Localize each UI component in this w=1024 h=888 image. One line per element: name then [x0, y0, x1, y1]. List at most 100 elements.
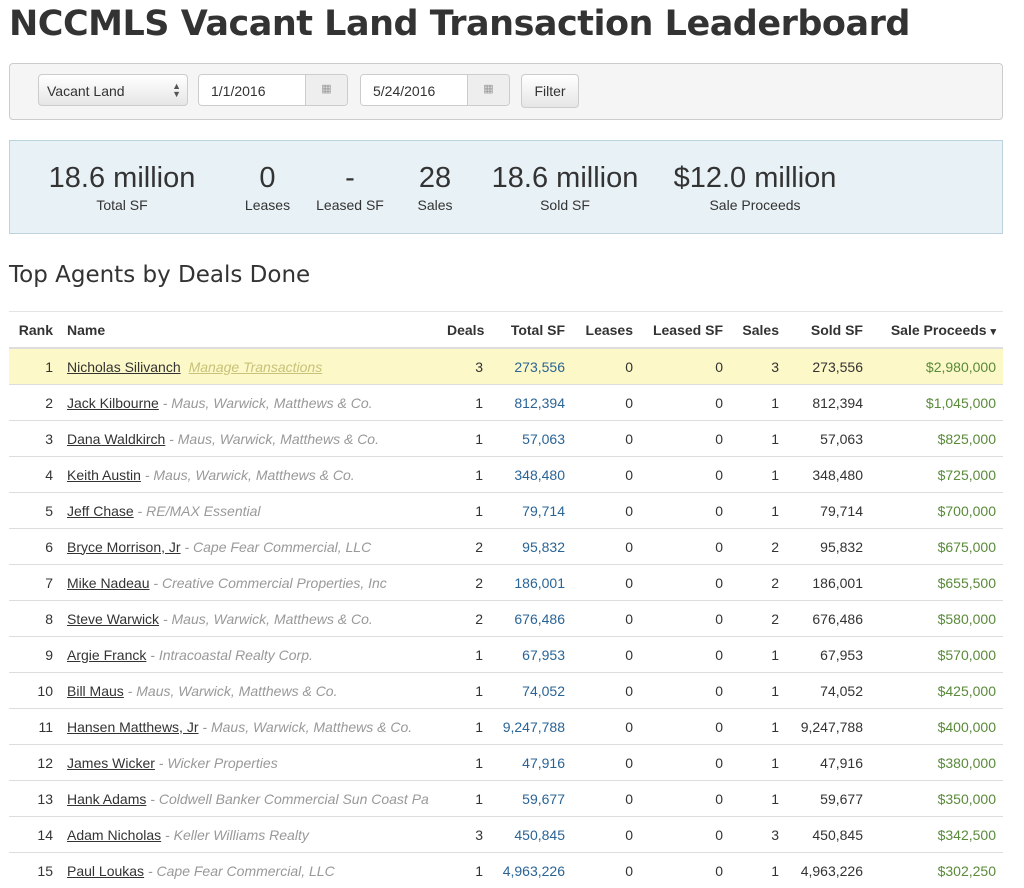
stat-value: 0 [235, 161, 300, 195]
sold-sf: 47,916 [786, 745, 870, 781]
agent-cell: Steve Warwick - Maus, Warwick, Matthews … [60, 601, 440, 637]
deals: 1 [440, 781, 490, 817]
firm-name: - Wicker Properties [155, 755, 278, 771]
header-label: Sold SF [811, 322, 863, 338]
sold-sf: 59,677 [786, 781, 870, 817]
total-sf-link[interactable]: 273,556 [490, 348, 572, 385]
deals: 1 [440, 673, 490, 709]
calendar-icon[interactable]: ▦ [467, 75, 509, 105]
table-row: 15 Paul Loukas - Cape Fear Commercial, L… [9, 853, 1003, 888]
leased-sf: 0 [640, 457, 730, 493]
manage-transactions-link[interactable]: Manage Transactions [189, 359, 323, 375]
leases: 0 [572, 817, 640, 853]
stat-label: Leased SF [305, 197, 395, 213]
sort-desc-icon: ▾ [990, 326, 996, 338]
filter-button[interactable]: Filter [521, 74, 579, 108]
sales: 1 [730, 709, 786, 745]
sales: 1 [730, 421, 786, 457]
table-row: 4 Keith Austin - Maus, Warwick, Matthews… [9, 457, 1003, 493]
sold-sf: 9,247,788 [786, 709, 870, 745]
deals: 1 [440, 493, 490, 529]
leases: 0 [572, 673, 640, 709]
total-sf-link[interactable]: 186,001 [490, 565, 572, 601]
stat-leased-sf: -Leased SF [305, 161, 395, 213]
agent-name-link[interactable]: Jack Kilbourne [67, 395, 159, 411]
calendar-icon[interactable]: ▦ [305, 75, 347, 105]
stat-sold-sf: 18.6 millionSold SF [480, 161, 650, 213]
agent-cell: Bill Maus - Maus, Warwick, Matthews & Co… [60, 673, 440, 709]
agent-name-link[interactable]: Dana Waldkirch [67, 431, 165, 447]
agent-name-link[interactable]: Argie Franck [67, 647, 146, 663]
column-header-leases[interactable]: Leases [572, 312, 640, 349]
agent-cell: Adam Nicholas - Keller Williams Realty [60, 817, 440, 853]
column-header-name[interactable]: Name [60, 312, 440, 349]
sales: 1 [730, 745, 786, 781]
firm-text: Maus, Warwick, Matthews & Co. [211, 719, 412, 735]
agent-name-link[interactable]: Keith Austin [67, 467, 141, 483]
column-header-sales[interactable]: Sales [730, 312, 786, 349]
firm-name: - Coldwell Banker Commercial Sun Coast P… [146, 791, 428, 807]
agent-name-link[interactable]: Bill Maus [67, 683, 124, 699]
sales: 3 [730, 348, 786, 385]
total-sf-link[interactable]: 9,247,788 [490, 709, 572, 745]
total-sf-link[interactable]: 79,714 [490, 493, 572, 529]
sales: 3 [730, 817, 786, 853]
column-header-deals[interactable]: Deals [440, 312, 490, 349]
column-header-rank[interactable]: Rank [9, 312, 60, 349]
column-header-sale-proceeds[interactable]: Sale Proceeds ▾ [870, 312, 1003, 349]
total-sf-link[interactable]: 59,677 [490, 781, 572, 817]
agent-name-link[interactable]: Paul Loukas [67, 863, 144, 879]
header-label: Leased SF [653, 322, 723, 338]
total-sf-link[interactable]: 812,394 [490, 385, 572, 421]
deals: 2 [440, 529, 490, 565]
total-sf-link[interactable]: 67,953 [490, 637, 572, 673]
firm-name: - Maus, Warwick, Matthews & Co. [199, 719, 413, 735]
start-date-input[interactable]: 1/1/2016 [199, 75, 305, 105]
total-sf-link[interactable]: 95,832 [490, 529, 572, 565]
firm-name: - Keller Williams Realty [161, 827, 309, 843]
stat-sales: 28Sales [405, 161, 465, 213]
sale-proceeds: $380,000 [870, 745, 1003, 781]
sale-proceeds: $655,500 [870, 565, 1003, 601]
deals: 1 [440, 421, 490, 457]
agent-name-link[interactable]: Nicholas Silivanch [67, 359, 181, 375]
agent-name-link[interactable]: Steve Warwick [67, 611, 159, 627]
deals: 3 [440, 348, 490, 385]
agent-name-link[interactable]: Mike Nadeau [67, 575, 150, 591]
end-date-picker[interactable]: 5/24/2016▦ [360, 74, 510, 106]
agent-name-link[interactable]: James Wicker [67, 755, 155, 771]
property-type-select[interactable]: Vacant Land▲▼ [38, 74, 188, 106]
column-header-sold-sf[interactable]: Sold SF [786, 312, 870, 349]
sale-proceeds: $675,000 [870, 529, 1003, 565]
agent-cell: Jack Kilbourne - Maus, Warwick, Matthews… [60, 385, 440, 421]
total-sf-link[interactable]: 57,063 [490, 421, 572, 457]
firm-name: - Maus, Warwick, Matthews & Co. [141, 467, 355, 483]
leased-sf: 0 [640, 817, 730, 853]
rank: 6 [9, 529, 60, 565]
agent-name-link[interactable]: Hank Adams [67, 791, 146, 807]
rank: 5 [9, 493, 60, 529]
total-sf-link[interactable]: 47,916 [490, 745, 572, 781]
agent-name-link[interactable]: Hansen Matthews, Jr [67, 719, 199, 735]
sale-proceeds: $2,980,000 [870, 348, 1003, 385]
sale-proceeds: $825,000 [870, 421, 1003, 457]
rank: 10 [9, 673, 60, 709]
sales: 1 [730, 457, 786, 493]
column-header-total-sf[interactable]: Total SF [490, 312, 572, 349]
firm-text: Maus, Warwick, Matthews & Co. [178, 431, 379, 447]
total-sf-link[interactable]: 450,845 [490, 817, 572, 853]
total-sf-link[interactable]: 74,052 [490, 673, 572, 709]
agent-name-link[interactable]: Jeff Chase [67, 503, 134, 519]
start-date-picker[interactable]: 1/1/2016▦ [198, 74, 348, 106]
sales: 2 [730, 601, 786, 637]
column-header-leased-sf[interactable]: Leased SF [640, 312, 730, 349]
sold-sf: 74,052 [786, 673, 870, 709]
leases: 0 [572, 348, 640, 385]
end-date-input[interactable]: 5/24/2016 [361, 75, 467, 105]
total-sf-link[interactable]: 676,486 [490, 601, 572, 637]
agent-name-link[interactable]: Bryce Morrison, Jr [67, 539, 181, 555]
agent-name-link[interactable]: Adam Nicholas [67, 827, 161, 843]
table-row: 6 Bryce Morrison, Jr - Cape Fear Commerc… [9, 529, 1003, 565]
total-sf-link[interactable]: 4,963,226 [490, 853, 572, 888]
total-sf-link[interactable]: 348,480 [490, 457, 572, 493]
